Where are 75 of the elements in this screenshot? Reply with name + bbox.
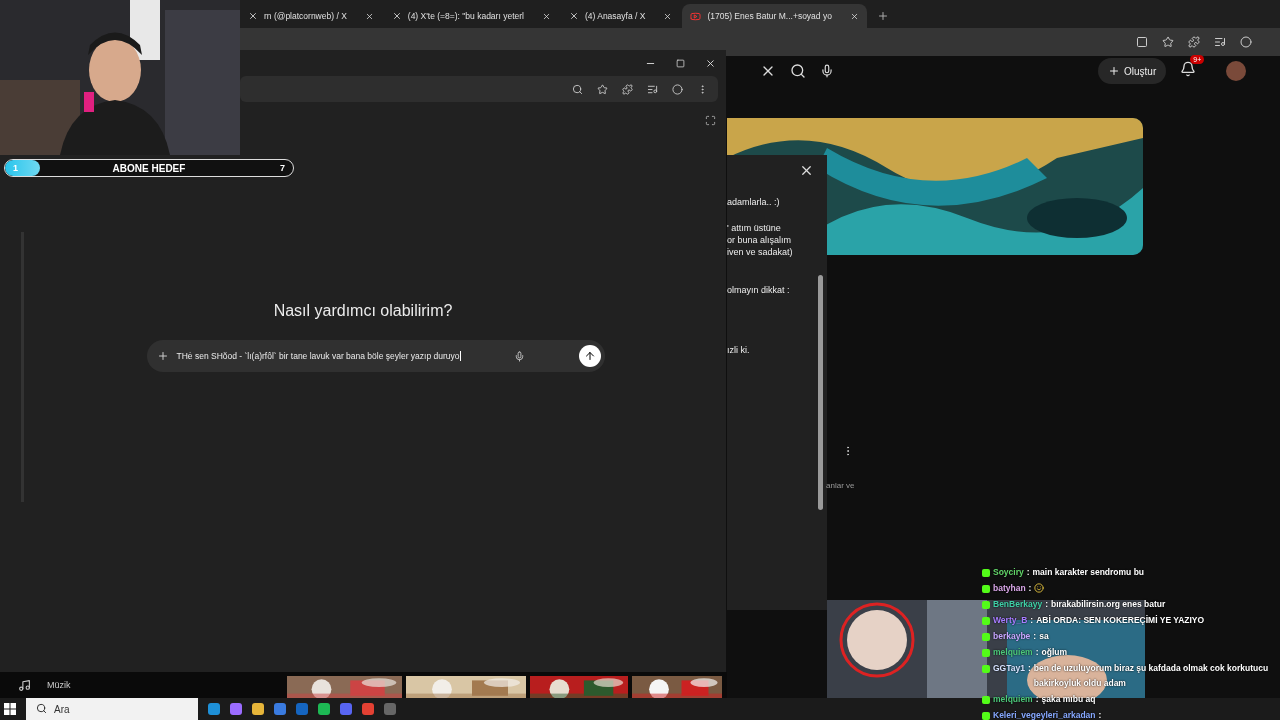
comment-text: adamlarla.. :)	[727, 197, 781, 207]
chat-message: sa	[1039, 630, 1049, 643]
chat-username: BenBerkayy	[993, 598, 1043, 611]
maximize-icon[interactable]	[676, 58, 685, 68]
emote-icon	[1034, 583, 1045, 593]
chat-message: oğlum	[1041, 646, 1068, 659]
comment-text: or buna alışalım	[727, 235, 793, 245]
close-icon[interactable]	[364, 11, 374, 21]
chat-message: bırakabilirsin.org enes batur	[1051, 598, 1166, 611]
video-logo-icon	[690, 10, 702, 22]
comment-text: anlar ve	[826, 481, 855, 490]
star-icon[interactable]	[1162, 36, 1174, 48]
puzzle-icon[interactable]	[622, 83, 633, 95]
chat-separator: :	[1033, 630, 1037, 643]
browser-tab[interactable]: (1705) Enes Batur M...+soyad yo	[682, 4, 867, 28]
goal-target-count: 7	[279, 163, 286, 173]
close-icon[interactable]	[849, 11, 859, 21]
comment-text: iven ve sadakat)	[727, 247, 794, 257]
x-logo-icon	[568, 11, 579, 21]
browser-tab[interactable]: rn (@platcornweb) / X	[240, 4, 382, 28]
comment-text: ' attım üstüne	[727, 223, 782, 233]
star-icon[interactable]	[597, 83, 608, 95]
chat-separator: :	[1045, 598, 1048, 611]
start-icon[interactable]	[4, 703, 16, 715]
chat-message: main karakter sendromu bu	[1032, 566, 1145, 579]
greeting-heading: Nasıl yardımcı olabilirim?	[273, 302, 453, 320]
send-button[interactable]	[578, 345, 601, 367]
search-field[interactable]: Ara	[26, 698, 198, 720]
chat-separator: :	[1035, 646, 1039, 659]
music-label[interactable]: Müzik	[47, 680, 71, 690]
create-button[interactable]: Oluştur	[1098, 58, 1167, 84]
expand-icon[interactable]	[705, 115, 716, 126]
media-icon[interactable]	[1214, 36, 1226, 48]
chat-separator: :	[1027, 662, 1031, 675]
close-icon[interactable]	[663, 11, 673, 21]
browser-tab[interactable]: (4) Anasayfa / X	[560, 4, 681, 28]
chat-separator: :	[1026, 566, 1030, 579]
search-icon	[36, 703, 47, 714]
goal-current-count: 1	[12, 163, 19, 173]
chat-username: berkaybe	[993, 630, 1031, 643]
goal-label: ABONE HEDEF	[111, 162, 187, 174]
x-logo-icon	[391, 11, 402, 21]
chat-message: ABİ ORDA: SEN KOKEREÇİMİ YE YAZIYO	[1036, 614, 1205, 627]
x-logo-icon	[248, 11, 258, 21]
close-icon[interactable]	[799, 163, 814, 178]
chat-separator: :	[1028, 582, 1032, 595]
chat-separator: :	[1035, 693, 1039, 706]
avatar[interactable]	[1226, 61, 1247, 81]
chat-separator: :	[1098, 709, 1102, 720]
chat-username: Keleri_vegeyleri_arkadan	[993, 709, 1096, 720]
chat-username: GGTay1	[993, 662, 1025, 675]
media-icon[interactable]	[647, 83, 658, 95]
chat-username: Soyciry	[993, 566, 1024, 579]
music-note-icon	[18, 678, 31, 692]
plus-icon[interactable]	[156, 350, 169, 362]
search-icon[interactable]	[790, 63, 806, 79]
new-tab-icon[interactable]	[876, 10, 889, 22]
chat-username: batyhan	[993, 582, 1026, 595]
bell-icon[interactable]	[1180, 61, 1197, 77]
comment-text: olmayın dikkat :	[727, 285, 791, 295]
plus-icon	[1108, 65, 1120, 77]
arrow-up-icon	[583, 350, 596, 362]
browser-tab[interactable]: (4) X'te (=8=): "bu kadarı yeterl	[383, 4, 559, 28]
prompt-field[interactable]: THė sen SHŏod - `lı(a)rfôl` bir tane lavuk var bana böle şeyler yazıp duruyo	[146, 340, 605, 372]
scrollbar[interactable]	[818, 275, 823, 510]
close-icon[interactable]	[541, 11, 551, 21]
zoom-icon[interactable]	[572, 83, 583, 95]
chat-separator: :	[1030, 614, 1034, 627]
close-icon[interactable]	[705, 57, 716, 69]
chat-username: Werty_B	[993, 614, 1028, 627]
mic-icon[interactable]	[514, 350, 525, 362]
prompt-text: THė sen SHŏod - `lı(a)rfôl` bir tane lavuk var bana böle şeyler yazıp duruyo	[176, 351, 461, 361]
puzzle-icon[interactable]	[1188, 36, 1200, 48]
comment-text: ızli ki.	[727, 345, 751, 355]
mic-icon[interactable]	[820, 64, 834, 78]
